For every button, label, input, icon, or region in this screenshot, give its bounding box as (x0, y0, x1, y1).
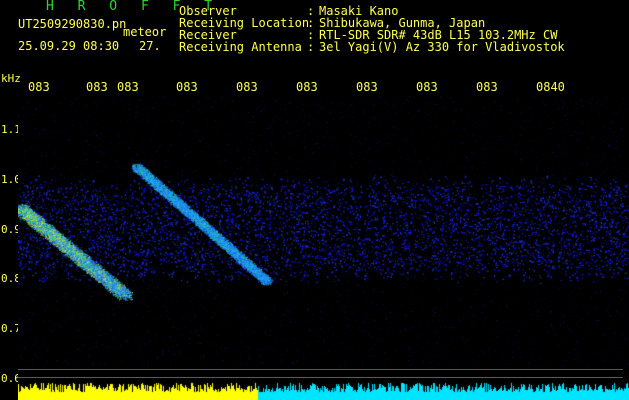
freq-unit-label: kHz (1, 72, 21, 85)
time-tick: 083 (356, 80, 378, 94)
meteor-count: 27. (139, 39, 161, 53)
info-separator: : (307, 40, 315, 54)
header: H R O F F T UT2509290830.pn meteor 25.09… (0, 0, 629, 70)
meteor-label: meteor (123, 25, 167, 39)
datetime: 25.09.29 08:30 (18, 39, 120, 53)
time-tick: 083 (176, 80, 198, 94)
spectrogram (18, 96, 629, 400)
time-tick: 083 (28, 80, 50, 94)
reference-line (18, 377, 623, 378)
time-tick: 083 (86, 80, 108, 94)
time-tick: 083 (476, 80, 498, 94)
time-tick: 0840 (536, 80, 565, 94)
time-tick: 083 (296, 80, 318, 94)
time-tick: 083 (117, 80, 139, 94)
reference-line (18, 369, 623, 370)
time-tick: 083 (416, 80, 438, 94)
time-tick: 083 (236, 80, 258, 94)
file-name: UT2509290830.pn (18, 17, 127, 31)
time-axis: 083 083 083 083 083 083 083 083 083 0840 (0, 80, 629, 94)
info-label: Receiving Antenna (179, 40, 302, 54)
info-value: 3el Yagi(V) Az 330 for Vladivostok (319, 40, 565, 54)
info-row-antenna: Receiving Antenna : 3el Yagi(V) Az 330 f… (179, 41, 565, 53)
station-info: Observer : Masaki Kano Receiving Locatio… (179, 5, 565, 53)
